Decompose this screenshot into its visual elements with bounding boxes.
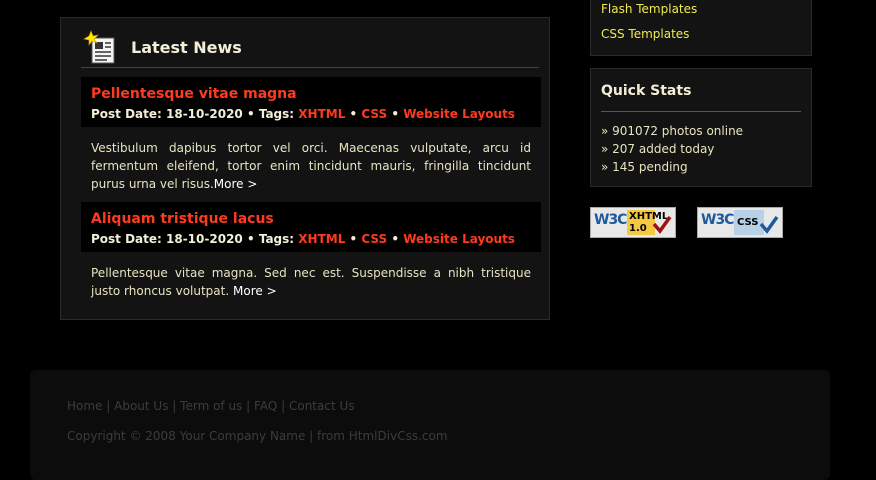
news-item-text: Pellentesque vitae magna. Sed nec est. S… (91, 266, 531, 298)
tags-label: Tags: (258, 232, 295, 246)
w3c-logo-text: W3C (594, 212, 627, 228)
news-item-title[interactable]: Aliquam tristique lacus (91, 211, 274, 227)
checkmark-icon (759, 215, 779, 234)
sidebar-link-css-templates[interactable]: CSS Templates (601, 27, 689, 41)
latest-news-panel: Latest News Pellentesque vitae magna Pos… (60, 17, 550, 320)
footer-nav: Home | About Us | Term of us | FAQ | Con… (67, 399, 355, 413)
stat-added-today: » 207 added today (601, 142, 715, 156)
news-item-body: Vestibulum dapibus tortor vel orci. Maec… (91, 139, 531, 193)
footer: Home | About Us | Term of us | FAQ | Con… (30, 370, 830, 480)
footer-link-term-of-us[interactable]: Term of us (180, 399, 242, 413)
news-item-meta: Post Date: 18-10-2020 • Tags: XHTML • CS… (91, 232, 515, 246)
xhtml-version: 1.0 (629, 223, 647, 234)
quick-stats-title: Quick Stats (601, 83, 692, 99)
divider (601, 111, 801, 112)
news-item-header: Aliquam tristique lacus Post Date: 18-10… (81, 202, 541, 252)
footer-link-faq[interactable]: FAQ (254, 399, 277, 413)
more-link[interactable]: More > (214, 177, 258, 191)
w3c-xhtml-badge[interactable]: W3C XHTML 1.0 (590, 207, 676, 238)
quick-stats-panel: Quick Stats » 901072 photos online » 207… (590, 68, 812, 187)
news-item-title[interactable]: Pellentesque vitae magna (91, 86, 297, 102)
css-label: CSS (737, 217, 759, 228)
tag-link-xhtml[interactable]: XHTML (298, 107, 345, 121)
tags-label: Tags: (258, 107, 295, 121)
tag-link-website-layouts[interactable]: Website Layouts (403, 107, 515, 121)
more-link[interactable]: More > (233, 284, 277, 298)
post-date: Post Date: 18-10-2020 (91, 107, 243, 121)
news-item-header: Pellentesque vitae magna Post Date: 18-1… (81, 77, 541, 127)
newspaper-icon (83, 30, 115, 64)
w3c-logo-text: W3C (701, 212, 734, 228)
news-item-text: Vestibulum dapibus tortor vel orci. Maec… (91, 141, 531, 191)
news-title: Latest News (131, 38, 242, 57)
stat-photos-online: » 901072 photos online (601, 124, 744, 138)
footer-link-contact-us[interactable]: Contact Us (289, 399, 355, 413)
copyright: Copyright © 2008 Your Company Name | fro… (67, 429, 448, 443)
tag-link-website-layouts[interactable]: Website Layouts (403, 232, 515, 246)
sidebar-link-flash-templates[interactable]: Flash Templates (601, 2, 697, 16)
tag-link-css[interactable]: CSS (361, 232, 387, 246)
w3c-css-badge[interactable]: W3C CSS (697, 207, 783, 238)
checkmark-icon (652, 215, 672, 234)
news-header: Latest News (81, 30, 539, 68)
tag-link-css[interactable]: CSS (361, 107, 387, 121)
footer-link-about-us[interactable]: About Us (114, 399, 168, 413)
stat-pending: » 145 pending (601, 160, 688, 174)
sidebar-links-panel: Flash Templates CSS Templates (590, 0, 812, 56)
news-item-body: Pellentesque vitae magna. Sed nec est. S… (91, 264, 531, 300)
news-item-meta: Post Date: 18-10-2020 • Tags: XHTML • CS… (91, 107, 515, 121)
tag-link-xhtml[interactable]: XHTML (298, 232, 345, 246)
post-date: Post Date: 18-10-2020 (91, 232, 243, 246)
footer-link-home[interactable]: Home (67, 399, 102, 413)
